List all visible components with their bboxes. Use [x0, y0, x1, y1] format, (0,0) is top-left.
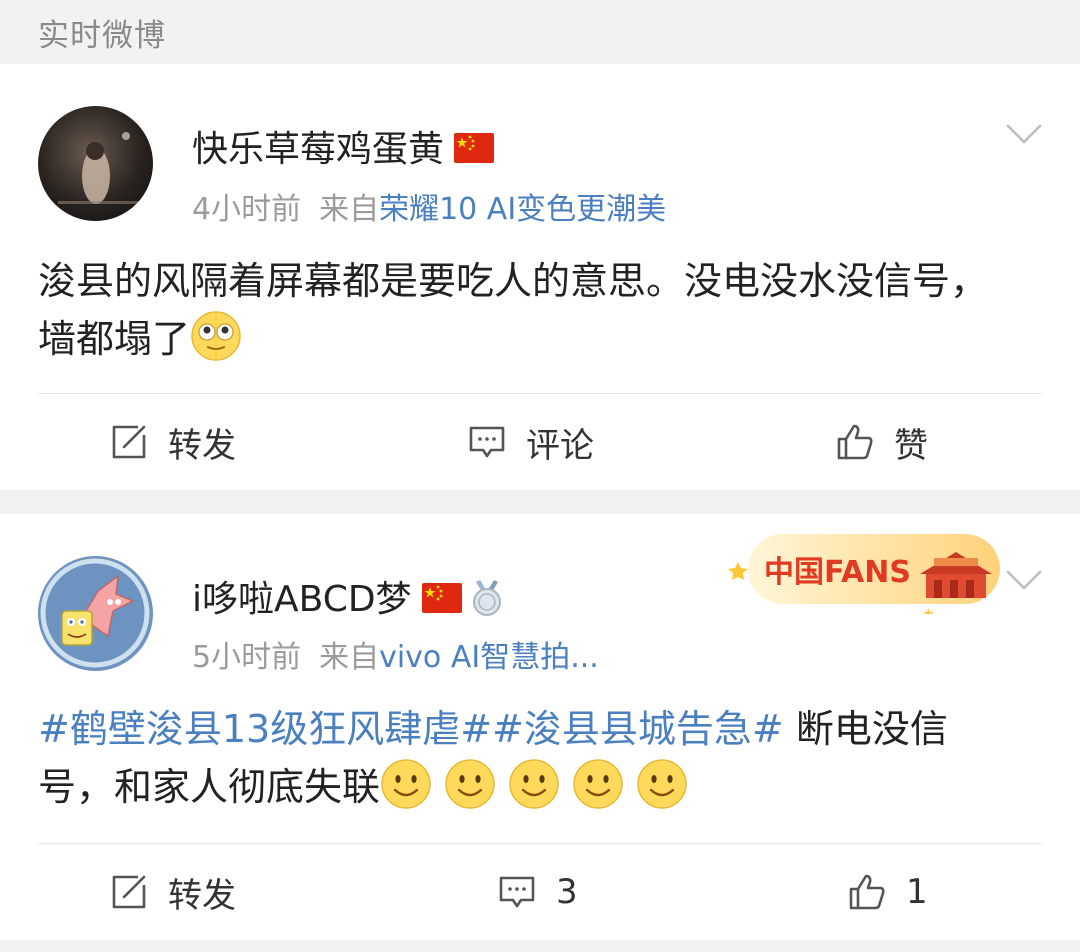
username[interactable]: 快乐草莓鸡蛋黄 [192, 120, 495, 172]
like-count: 1 [906, 872, 928, 912]
smile-emoji-icon [381, 759, 431, 809]
avatar[interactable] [38, 106, 153, 221]
badge-text: 中国FANS [764, 555, 911, 590]
china-flag-icon [454, 133, 495, 163]
post-text: 浚县的风隔着屏幕都是要吃人的意思。没电没水没信号，墙都塌了 [38, 259, 989, 361]
post-time: 5小时前 [192, 640, 302, 675]
smile-emoji-icon [573, 759, 623, 809]
smile-emoji-icon [509, 759, 559, 809]
section-header: 实时微博 [0, 0, 1080, 62]
post-content: 浚县的风隔着屏幕都是要吃人的意思。没电没水没信号，墙都塌了 [38, 252, 1020, 368]
comment-button[interactable]: 评论 [466, 394, 594, 490]
medal-icon [472, 580, 501, 616]
from-label: 来自 [319, 192, 380, 227]
avatar[interactable] [38, 556, 153, 671]
post-card[interactable]: 快乐草莓鸡蛋黄 4小时前 来自荣耀10 AI变色更潮美 浚县的风隔着屏幕都是要吃人… [0, 64, 1080, 490]
section-title: 实时微博 [38, 18, 166, 54]
chevron-down-icon[interactable] [1004, 114, 1044, 154]
post-card[interactable]: 中国FANS i哆啦ABCD梦 5小时前 来自vivo AI智慧拍... #鹤壁… [0, 514, 1080, 940]
post-time: 4小时前 [192, 192, 302, 227]
post-meta: 5小时前 来自vivo AI智慧拍... [192, 632, 599, 676]
like-icon [849, 874, 885, 910]
repost-button[interactable]: 转发 [108, 844, 236, 940]
from-label: 来自 [319, 640, 380, 675]
smile-emoji-icon [637, 759, 687, 809]
emoji-face-icon [191, 311, 241, 361]
china-fans-badge: 中国FANS [728, 534, 1000, 614]
like-icon [837, 424, 873, 460]
repost-label: 转发 [168, 875, 236, 916]
hashtag-link[interactable]: #浚县县城告急# [492, 707, 784, 751]
repost-button[interactable]: 转发 [108, 394, 236, 490]
post-content: #鹤壁浚县13级狂风肆虐##浚县县城告急# 断电没信号，和家人彻底失联 [38, 700, 1020, 816]
comment-count: 3 [556, 872, 578, 912]
china-flag-icon [421, 583, 462, 613]
action-bar: 转发 评论 赞 [0, 394, 1080, 490]
repost-icon [112, 425, 146, 459]
like-label: 赞 [894, 425, 928, 466]
comment-button[interactable]: 3 [496, 844, 578, 940]
repost-label: 转发 [168, 425, 236, 466]
comment-icon [499, 876, 535, 908]
comment-label: 评论 [526, 425, 594, 466]
chevron-down-icon[interactable] [1004, 560, 1044, 600]
username-text[interactable]: 快乐草莓鸡蛋黄 [192, 129, 444, 170]
username-text[interactable]: i哆啦ABCD梦 [192, 579, 412, 620]
smile-emoji-icon [445, 759, 495, 809]
post-meta: 4小时前 来自荣耀10 AI变色更潮美 [192, 184, 666, 228]
username[interactable]: i哆啦ABCD梦 [192, 570, 504, 622]
action-bar: 转发 3 1 [0, 844, 1080, 940]
like-button[interactable]: 赞 [834, 394, 928, 490]
comment-icon [469, 426, 505, 458]
post-source[interactable]: vivo AI智慧拍... [379, 640, 599, 675]
like-button[interactable]: 1 [846, 844, 928, 940]
hashtag-link[interactable]: #鹤壁浚县13级狂风肆虐# [38, 707, 492, 751]
repost-icon [112, 875, 146, 909]
post-source[interactable]: 荣耀10 AI变色更潮美 [379, 192, 666, 227]
